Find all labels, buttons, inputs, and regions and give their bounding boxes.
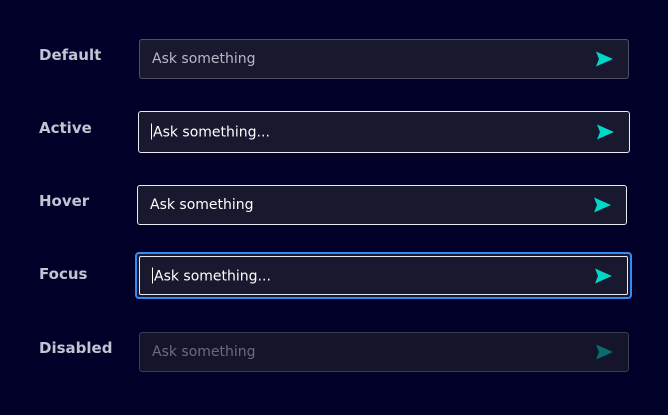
- send-icon[interactable]: [595, 268, 612, 283]
- ask-input-placeholder: Ask something: [152, 344, 256, 360]
- ask-input-focus-inner: Ask something...: [139, 256, 628, 295]
- ask-input-placeholder: Ask something: [152, 51, 256, 67]
- state-label-hover: Hover: [39, 192, 90, 210]
- ask-input-value: Ask something...: [151, 123, 270, 141]
- send-icon[interactable]: [597, 124, 614, 140]
- ask-input-active[interactable]: Ask something...: [138, 111, 630, 153]
- ask-input-disabled: Ask something: [139, 332, 629, 372]
- ask-input-hover[interactable]: Ask something: [137, 185, 627, 225]
- ask-input-placeholder: Ask something: [150, 197, 254, 213]
- text-caret: [152, 267, 153, 283]
- state-label-active: Active: [39, 119, 92, 137]
- state-label-disabled: Disabled: [39, 339, 113, 357]
- ask-input-value-text: Ask something...: [154, 268, 271, 284]
- state-label-focus: Focus: [39, 265, 88, 283]
- state-label-default: Default: [39, 46, 102, 64]
- ask-input-default[interactable]: Ask something: [139, 39, 629, 79]
- ask-input-value-text: Ask something...: [153, 124, 270, 141]
- text-caret: [151, 123, 152, 140]
- ask-input-focus[interactable]: Ask something...: [135, 252, 632, 299]
- send-icon[interactable]: [594, 197, 611, 213]
- ask-input-value: Ask something...: [152, 267, 271, 284]
- send-icon[interactable]: [596, 51, 613, 67]
- send-icon: [596, 344, 613, 360]
